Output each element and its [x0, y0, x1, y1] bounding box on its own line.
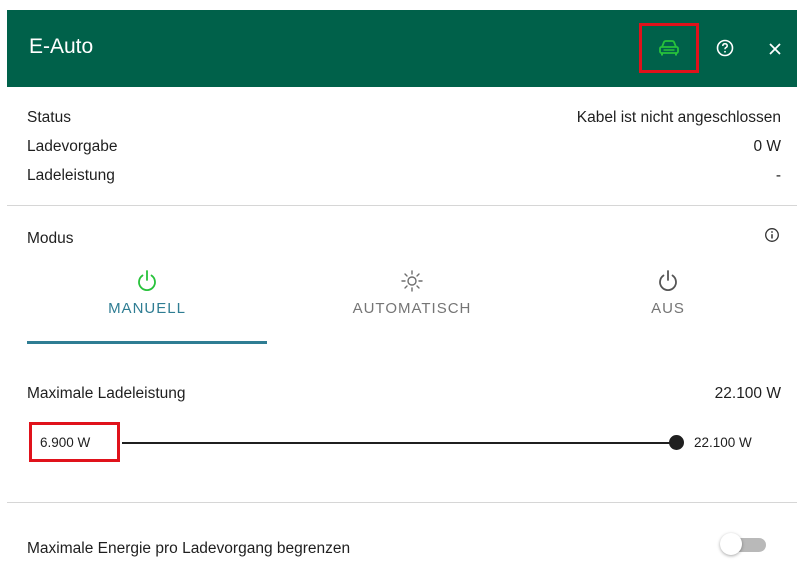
ladeleistung-label: Ladeleistung: [27, 167, 115, 184]
active-tab-indicator: [27, 341, 267, 344]
power-icon: [659, 270, 677, 292]
modus-label: Modus: [27, 230, 74, 247]
close-button[interactable]: [761, 35, 789, 63]
tab-aus[interactable]: AUS: [548, 262, 788, 344]
ladevorgabe-label: Ladevorgabe: [27, 138, 118, 155]
divider: [7, 502, 797, 503]
dialog-header: E-Auto: [7, 10, 797, 87]
power-slider-thumb[interactable]: [669, 435, 684, 450]
divider: [7, 205, 797, 206]
dialog-title: E-Auto: [29, 35, 94, 58]
help-button[interactable]: [711, 34, 739, 62]
max-power-value: 22.100 W: [714, 385, 781, 402]
car-button[interactable]: [639, 23, 699, 73]
tab-automatisch[interactable]: AUTOMATISCH: [292, 262, 532, 344]
ladeleistung-value: -: [775, 167, 781, 184]
slider-min-text: 6.900 W: [40, 434, 91, 450]
status-label: Status: [27, 109, 71, 126]
sun-icon: [401, 270, 423, 292]
ladevorgabe-value: 0 W: [753, 138, 781, 155]
info-icon[interactable]: [764, 227, 780, 243]
max-power-label: Maximale Ladeleistung: [27, 385, 186, 402]
power-icon: [138, 270, 156, 292]
tab-automatisch-label: AUTOMATISCH: [352, 300, 472, 317]
tab-manuell-label: MANUELL: [108, 300, 186, 317]
energy-limit-label: Maximale Energie pro Ladevorgang begrenz…: [27, 540, 351, 557]
status-value: Kabel ist nicht angeschlossen: [576, 109, 781, 126]
help-circle-icon: [716, 39, 734, 57]
tab-manuell[interactable]: MANUELL: [27, 262, 267, 344]
tab-aus-label: AUS: [651, 300, 685, 317]
slider-max-label: 22.100 W: [694, 435, 752, 450]
power-slider-track[interactable]: [122, 442, 678, 444]
close-icon: [769, 43, 781, 55]
slider-min-label: 6.900 W: [29, 422, 120, 462]
car-icon: [659, 40, 679, 56]
toggle-knob: [720, 533, 742, 555]
energy-limit-toggle[interactable]: [720, 533, 766, 557]
